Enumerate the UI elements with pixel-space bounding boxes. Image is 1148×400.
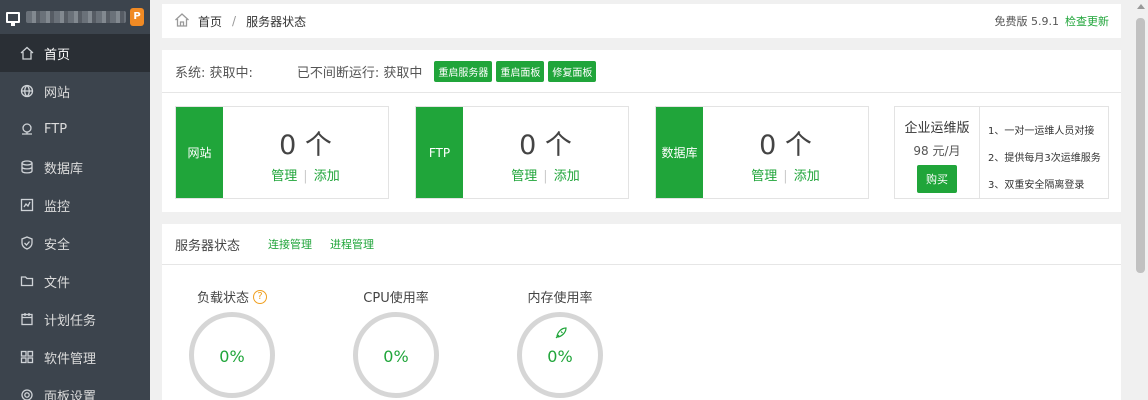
memory-gauge[interactable]: 内存使用率 0% [495, 287, 625, 398]
add-link[interactable]: 添加 [314, 169, 340, 184]
system-info: 系统: 获取中: [175, 65, 253, 81]
scrollbar-thumb[interactable] [1136, 18, 1145, 273]
manage-link[interactable]: 管理 [511, 169, 537, 184]
connection-manage-link[interactable]: 连接管理 [268, 236, 312, 252]
process-manage-link[interactable]: 进程管理 [330, 236, 374, 252]
sidebar-item-label: 安全 [44, 237, 71, 253]
promo-title: 企业运维版 [904, 121, 970, 136]
sidebar-item-label: FTP [44, 121, 68, 137]
repair-panel-button[interactable]: 修复面板 [548, 60, 597, 82]
cpu-gauge[interactable]: CPU使用率 0% [331, 287, 461, 398]
sidebar: P 首页 网站 FTP 数据库 监控 安全 文件 计划任务 软件管理 面板设置 [0, 0, 150, 400]
website-card: 网站 0 个 管理 | 添加 [175, 106, 389, 199]
breadcrumb-home[interactable]: 首页 [198, 13, 222, 30]
promo-price: 98 元/月 [913, 144, 961, 158]
server-name-redacted [26, 11, 126, 23]
breadcrumb-bar: 首页 / 服务器状态 免费版 5.9.1 检查更新 [162, 4, 1121, 38]
breadcrumb-current: 服务器状态 [246, 14, 307, 29]
sidebar-item-home[interactable]: 首页 [0, 34, 150, 72]
gauge-value: 0% [547, 347, 573, 366]
card-tag: 数据库 [656, 107, 703, 198]
server-icon [6, 11, 20, 26]
sidebar-item-database[interactable]: 数据库 [0, 148, 150, 186]
sidebar-item-settings[interactable]: 面板设置 [0, 376, 150, 400]
restart-panel-button[interactable]: 重启面板 [496, 60, 545, 82]
sidebar-item-label: 首页 [44, 47, 71, 63]
home-icon [20, 46, 34, 60]
add-link[interactable]: 添加 [554, 169, 580, 184]
folder-icon [20, 274, 34, 288]
stat-cards: 网站 0 个 管理 | 添加 FTP 0 个 管理 | 添加 数据库 0 个 管理 | 添加… [175, 106, 1109, 199]
promo-feature: 2、提供每月3次运维服务 [988, 153, 1101, 164]
manage-link[interactable]: 管理 [271, 169, 297, 184]
promo-feature: 3、双重安全隔离登录 [988, 180, 1085, 191]
gauge-label: 内存使用率 [527, 291, 593, 306]
sidebar-item-label: 网站 [44, 85, 71, 101]
home-icon[interactable] [174, 12, 190, 31]
version-info: 免费版 5.9.1 检查更新 [995, 13, 1110, 29]
breadcrumb-separator: / [232, 14, 237, 28]
sidebar-item-label: 面板设置 [44, 389, 97, 400]
gauge-value: 0% [383, 347, 409, 366]
gear-icon [20, 388, 34, 400]
ftp-icon [20, 122, 34, 136]
monitor-icon [20, 198, 34, 212]
scroll-up-arrow[interactable] [1137, 4, 1145, 9]
overview-panel: 系统: 获取中: 已不间断运行: 获取中 重启服务器 重启面板 修复面板 网站 … [162, 50, 1121, 212]
sidebar-item-software[interactable]: 软件管理 [0, 338, 150, 376]
sidebar-item-label: 监控 [44, 199, 71, 215]
card-tag: 网站 [176, 107, 223, 198]
sidebar-item-label: 软件管理 [44, 351, 97, 367]
card-tag: FTP [416, 107, 463, 198]
uptime-info: 已不间断运行: 获取中 [296, 65, 423, 81]
system-status-line: 系统: 获取中: 已不间断运行: 获取中 重启服务器 重启面板 修复面板 [162, 50, 1121, 93]
gauge-ring: 0% [517, 312, 603, 398]
sidebar-item-cron[interactable]: 计划任务 [0, 300, 150, 338]
card-count: 0 个 [759, 130, 812, 161]
load-gauge[interactable]: 负载状态? 0% [167, 287, 297, 398]
section-title: 服务器状态 [175, 238, 241, 254]
version-label: 免费版 5.9.1 [994, 15, 1060, 28]
database-icon [20, 160, 34, 174]
sidebar-item-ftp[interactable]: FTP [0, 110, 150, 148]
sidebar-header: P [0, 0, 150, 34]
check-update-link[interactable]: 检查更新 [1065, 15, 1109, 28]
gauge-label: 负载状态 [196, 291, 249, 306]
pro-badge[interactable]: P [130, 8, 144, 26]
gauge-label: CPU使用率 [363, 291, 429, 306]
add-link[interactable]: 添加 [794, 169, 820, 184]
shield-icon [20, 236, 34, 250]
sidebar-item-label: 文件 [44, 275, 71, 291]
gauge-value: 0% [219, 347, 245, 366]
ftp-card: FTP 0 个 管理 | 添加 [415, 106, 629, 199]
sidebar-item-label: 数据库 [44, 161, 84, 177]
globe-icon [20, 84, 34, 98]
enterprise-promo: 企业运维版 98 元/月 购买 1、一对一运维人员对接 2、提供每月3次运维服务… [894, 106, 1109, 199]
buy-button[interactable]: 购买 [917, 165, 957, 193]
database-card: 数据库 0 个 管理 | 添加 [655, 106, 869, 199]
grid-icon [20, 350, 34, 364]
restart-server-button[interactable]: 重启服务器 [434, 60, 493, 82]
manage-link[interactable]: 管理 [751, 169, 777, 184]
card-count: 0 个 [519, 130, 572, 161]
calendar-icon [20, 312, 34, 326]
sidebar-item-monitor[interactable]: 监控 [0, 186, 150, 224]
gauge-ring: 0% [353, 312, 439, 398]
sidebar-item-website[interactable]: 网站 [0, 72, 150, 110]
server-status-panel: 服务器状态 连接管理 进程管理 负载状态? 0% CPU使用率 0% 内存使用率… [162, 224, 1121, 400]
rocket-icon[interactable] [554, 326, 568, 340]
sidebar-item-files[interactable]: 文件 [0, 262, 150, 300]
card-count: 0 个 [279, 130, 332, 161]
promo-feature: 1、一对一运维人员对接 [988, 126, 1095, 137]
server-status-header: 服务器状态 连接管理 进程管理 [162, 224, 1121, 265]
sidebar-item-label: 计划任务 [44, 313, 97, 329]
gauge-ring: 0% [189, 312, 275, 398]
sidebar-menu: 首页 网站 FTP 数据库 监控 安全 文件 计划任务 软件管理 面板设置 [0, 34, 150, 400]
sidebar-item-security[interactable]: 安全 [0, 224, 150, 262]
help-icon[interactable]: ? [253, 289, 267, 304]
page-scrollbar[interactable] [1133, 0, 1148, 400]
